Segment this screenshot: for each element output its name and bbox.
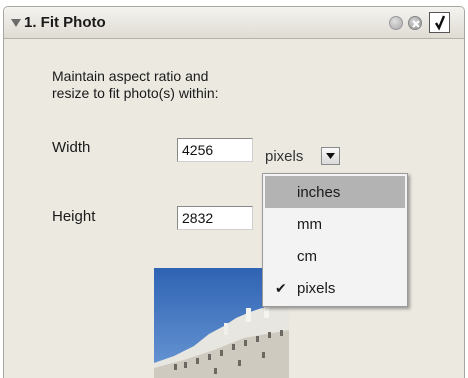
unit-dropdown-button[interactable] — [321, 147, 340, 165]
height-label: Height — [52, 208, 96, 225]
width-label: Width — [52, 139, 91, 156]
help-icon[interactable] — [389, 16, 403, 30]
checkmark-icon — [434, 15, 446, 31]
menu-item-cm[interactable]: cm — [265, 240, 405, 272]
enable-step-checkbox[interactable] — [429, 12, 450, 33]
description-line-2: resize to fit photo(s) within: — [52, 85, 219, 101]
unit-select[interactable]: pixels — [262, 146, 352, 166]
fit-photo-panel: 1. Fit Photo Maintain aspect ratio and r… — [3, 6, 465, 378]
close-icon[interactable] — [408, 16, 422, 30]
menu-item-pixels[interactable]: ✔ pixels — [265, 272, 405, 304]
panel-content: Maintain aspect ratio and resize to fit … — [4, 40, 464, 378]
checkmark-icon: ✔ — [275, 280, 287, 296]
triangle-down-icon[interactable] — [11, 19, 21, 27]
height-input[interactable]: 2832 — [177, 206, 253, 230]
chevron-down-icon — [326, 153, 335, 159]
description-line-1: Maintain aspect ratio and — [52, 68, 209, 84]
panel-title: 1. Fit Photo — [24, 14, 106, 31]
description: Maintain aspect ratio and resize to fit … — [52, 68, 312, 102]
panel-header[interactable]: 1. Fit Photo — [4, 7, 464, 39]
menu-item-mm[interactable]: mm — [265, 208, 405, 240]
unit-selected-value: pixels — [265, 148, 304, 165]
menu-item-inches[interactable]: inches — [265, 176, 405, 208]
width-input[interactable]: 4256 — [177, 138, 253, 162]
unit-dropdown-menu: inches mm cm ✔ pixels — [262, 173, 408, 307]
